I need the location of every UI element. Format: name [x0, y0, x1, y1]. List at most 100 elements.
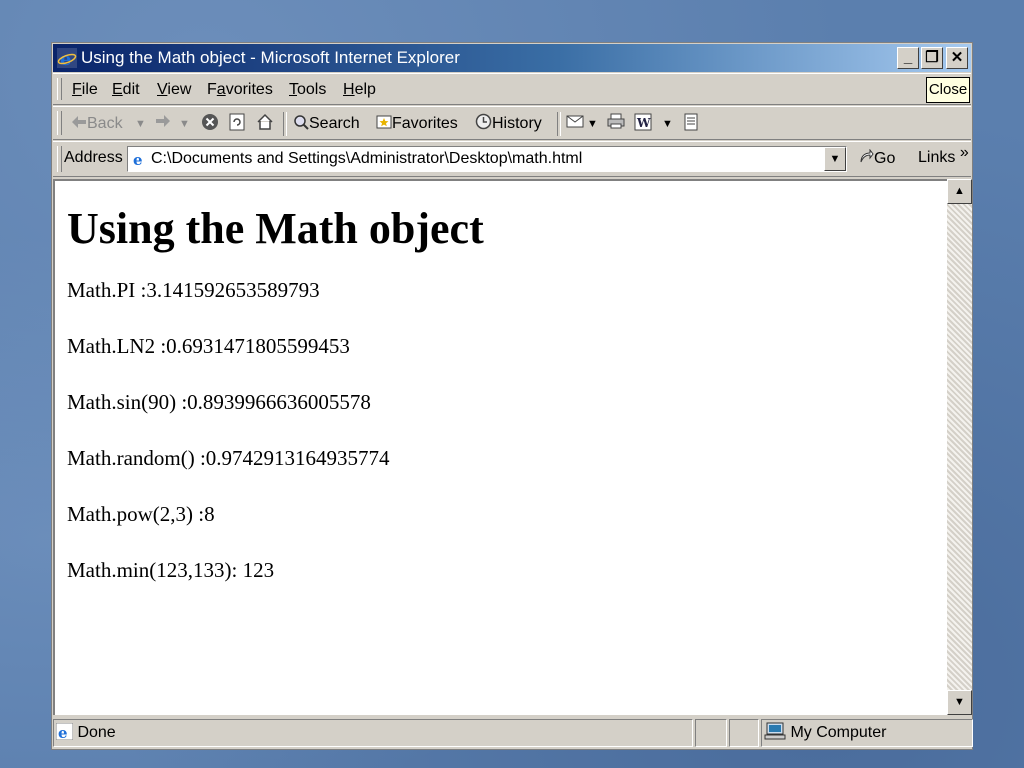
mail-icon [566, 115, 584, 128]
print-button[interactable] [607, 113, 625, 135]
menu-tools[interactable]: Tools [289, 81, 326, 99]
address-label-text: Address [64, 149, 123, 166]
menu-edit-label: dit [122, 81, 140, 98]
math-min-line: Math.min(123,133): 123 [67, 558, 275, 582]
title-bar[interactable]: e Using the Math object - Microsoft Inte… [53, 44, 971, 72]
close-button[interactable]: ✕ [946, 47, 968, 69]
favorites-icon [376, 115, 392, 129]
home-button[interactable] [256, 113, 274, 135]
menu-view-accel: V [157, 81, 168, 98]
menu-help[interactable]: Help [343, 81, 376, 99]
mail-dropdown-icon[interactable]: ▼ [587, 113, 598, 135]
math-random-line: Math.random() :0.9742913164935774 [67, 446, 390, 470]
go-arrow-icon [860, 148, 874, 163]
menu-tools-accel: T [289, 81, 297, 98]
math-ln2-line: Math.LN2 :0.6931471805599453 [67, 334, 350, 358]
back-arrow-icon [72, 116, 86, 128]
address-dropdown-icon[interactable]: ▼ [824, 147, 846, 171]
home-icon [257, 113, 273, 130]
page-viewport[interactable]: Using the Math object Math.PI :3.1415926… [53, 179, 947, 715]
edit-dropdown-icon[interactable]: ▼ [662, 113, 673, 135]
menu-favorites-accel: a [216, 81, 226, 98]
back-dropdown-icon[interactable]: ▼ [135, 113, 146, 135]
svg-text:e: e [58, 724, 68, 740]
my-computer-icon [764, 722, 786, 740]
math-pi-line: Math.PI :3.141592653589793 [67, 278, 320, 302]
restore-button[interactable]: ❐ [921, 47, 943, 69]
favorites-button[interactable]: Favorites [376, 113, 458, 135]
scroll-up-icon[interactable]: ▲ [947, 179, 972, 204]
status-main-panel: e Done [53, 719, 693, 747]
go-label: Go [874, 150, 896, 167]
menu-help-accel: H [343, 81, 355, 98]
search-button[interactable]: Search [293, 113, 360, 135]
menu-edit[interactable]: Edit [112, 81, 140, 99]
menu-favorites-pre: F [207, 81, 217, 98]
minimize-button[interactable]: _ [897, 47, 919, 69]
browser-window: e Using the Math object - Microsoft Inte… [51, 42, 973, 750]
favorites-label: Favorites [392, 115, 458, 132]
mail-button[interactable] [566, 113, 584, 135]
menubar-grip[interactable] [57, 78, 62, 100]
addressbar-grip[interactable] [57, 146, 62, 172]
search-label: Search [309, 115, 360, 132]
page-content: Using the Math object Math.PI :3.1415926… [67, 191, 484, 614]
window-title: Using the Math object - Microsoft Intern… [81, 48, 460, 67]
address-bar: Address e C:\Documents and Settings\Admi… [53, 141, 971, 177]
menu-file[interactable]: File [72, 81, 98, 99]
page-heading: Using the Math object [67, 204, 484, 253]
math-pow-line: Math.pow(2,3) :8 [67, 502, 215, 526]
page-icon: e [131, 150, 148, 167]
address-input[interactable]: e C:\Documents and Settings\Administrato… [127, 146, 847, 172]
close-tooltip: Close [926, 77, 970, 103]
links-label: Links [918, 149, 956, 166]
status-panel [729, 719, 759, 747]
menu-view-label: iew [167, 81, 192, 98]
discuss-button[interactable] [683, 113, 699, 135]
refresh-icon [229, 113, 245, 131]
links-chevron-icon: » [959, 144, 969, 161]
forward-dropdown-icon[interactable]: ▼ [179, 113, 190, 135]
go-button[interactable]: Go [858, 148, 896, 168]
toolbar-separator [283, 112, 287, 136]
menu-file-accel: F [72, 81, 82, 98]
stop-button[interactable] [201, 113, 219, 135]
menu-edit-accel: E [112, 81, 123, 98]
status-bar: e Done My Computer [53, 717, 973, 749]
back-label: Back [87, 115, 123, 132]
svg-text:e: e [133, 151, 143, 167]
menu-help-label: elp [354, 81, 376, 98]
forward-arrow-icon [156, 115, 170, 127]
word-edit-icon: W [634, 113, 652, 131]
menu-favorites[interactable]: Favorites [207, 81, 273, 99]
menu-file-label: ile [81, 81, 98, 98]
menu-favorites-label: vorites [225, 81, 273, 98]
zone-panel: My Computer [761, 719, 973, 747]
ie-logo-icon: e [57, 48, 77, 68]
back-button[interactable]: Back [71, 113, 123, 135]
menu-tools-label: ools [297, 81, 327, 98]
zone-text: My Computer [790, 724, 887, 741]
toolbar-separator [557, 112, 561, 136]
status-panel [695, 719, 727, 747]
math-sin-line: Math.sin(90) :0.8939966636005578 [67, 390, 371, 414]
scroll-down-icon[interactable]: ▼ [947, 690, 972, 715]
address-label: Address [64, 149, 123, 167]
edit-button[interactable]: W [634, 113, 652, 135]
search-icon [294, 115, 309, 130]
links-button[interactable]: Links » [918, 144, 969, 167]
svg-text:W: W [636, 116, 651, 130]
standard-toolbar: Back ▼ ▼ Search Favorites History ▼ W ▼ [53, 106, 971, 140]
page-done-icon: e [55, 722, 74, 742]
print-icon [607, 113, 625, 129]
history-label: History [492, 115, 542, 132]
status-text: Done [77, 724, 116, 741]
history-icon [475, 113, 492, 130]
refresh-button[interactable] [229, 113, 245, 135]
address-value[interactable]: C:\Documents and Settings\Administrator\… [151, 150, 582, 168]
toolbar-grip[interactable] [57, 111, 62, 135]
vertical-scrollbar[interactable]: ▲ ▼ [947, 179, 972, 715]
menu-view[interactable]: View [157, 81, 191, 99]
history-button[interactable]: History [475, 113, 542, 135]
forward-button[interactable] [155, 113, 171, 135]
